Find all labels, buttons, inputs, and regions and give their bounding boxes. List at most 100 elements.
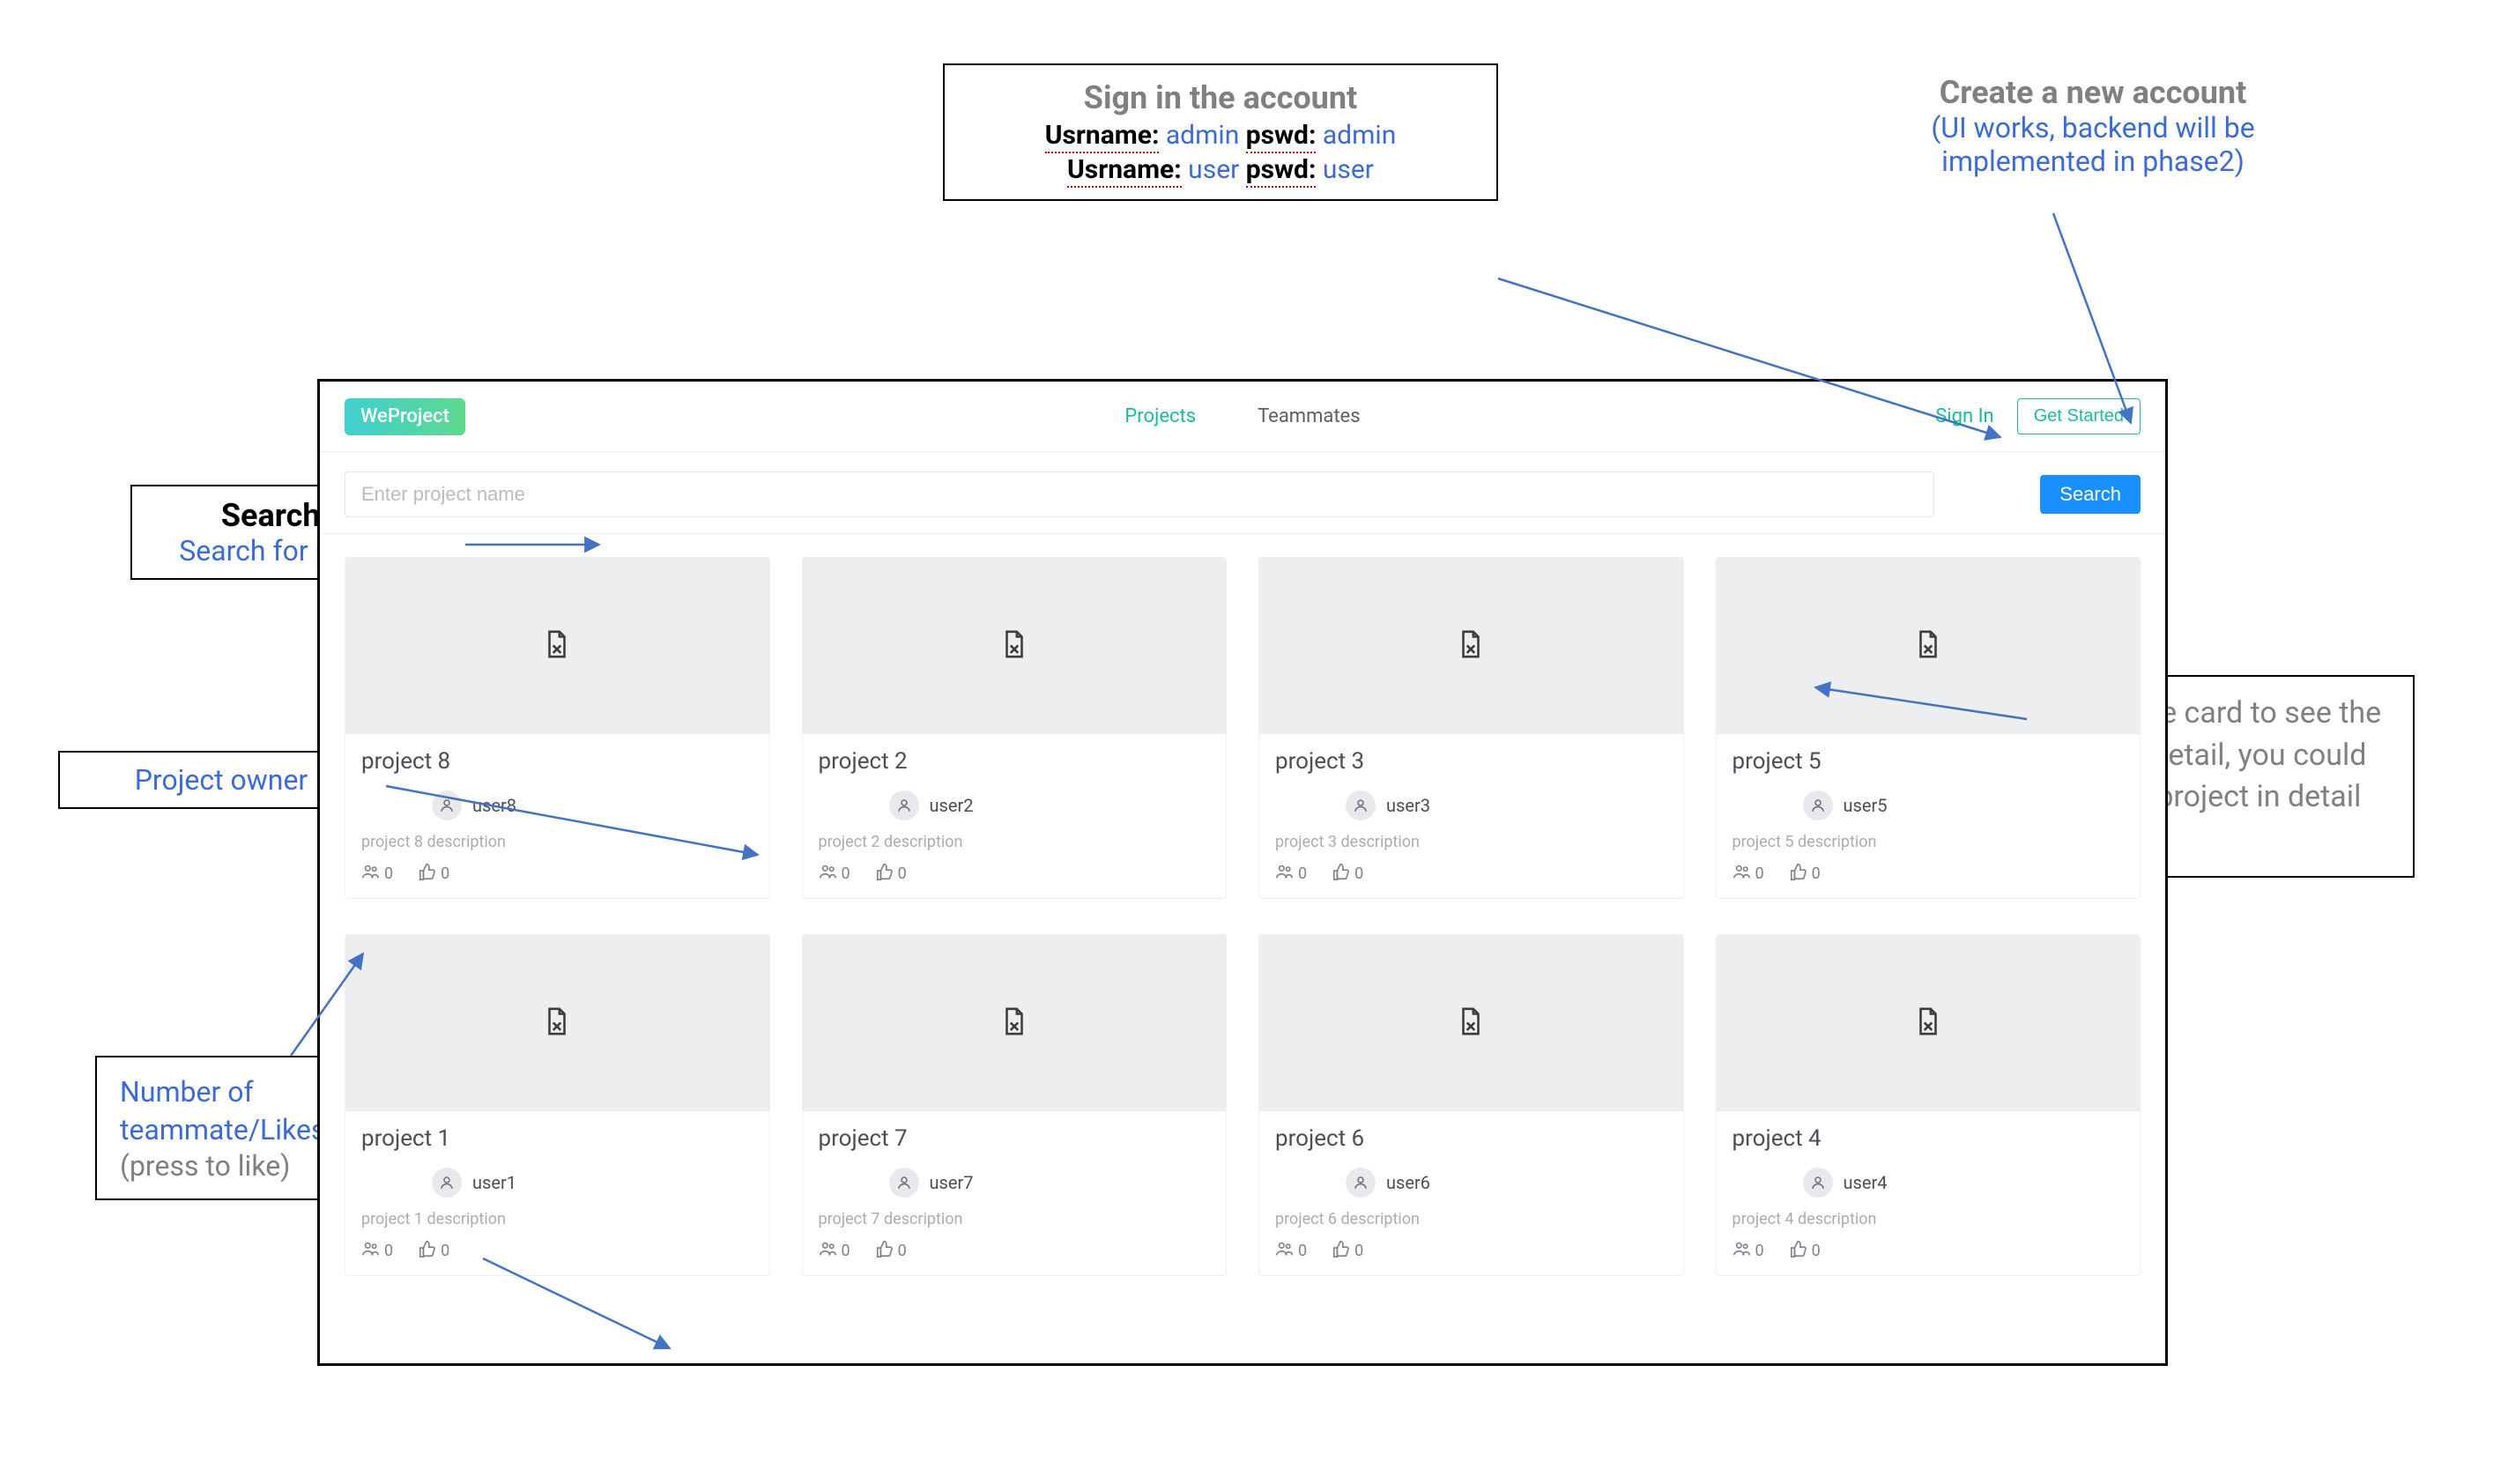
thumbs-up-icon: [418, 1239, 437, 1263]
card-owner-row: user5: [1733, 790, 2125, 820]
card-stats: 0 0: [361, 862, 753, 886]
project-card[interactable]: project 6 user6 project 6 description 0 …: [1258, 934, 1684, 1276]
members-stat[interactable]: 0: [1275, 1239, 1307, 1263]
members-stat[interactable]: 0: [819, 1239, 850, 1263]
project-card[interactable]: project 3 user3 project 3 description 0 …: [1258, 557, 1684, 899]
card-title: project 7: [819, 1125, 1211, 1152]
likes-count: 0: [1354, 864, 1363, 883]
project-card[interactable]: project 8 user8 project 8 description 0 …: [345, 557, 770, 899]
card-owner-row: user2: [819, 790, 1211, 820]
card-cover: [803, 558, 1227, 734]
file-icon: [1456, 627, 1486, 665]
thumbs-up-icon: [1332, 1239, 1351, 1263]
thumbs-up-icon: [1789, 862, 1808, 886]
callout-signin-cred2: Usrname: user pswd: user: [969, 154, 1472, 185]
card-title: project 2: [819, 748, 1211, 775]
nav-projects[interactable]: Projects: [1124, 405, 1196, 427]
callout-create-account: Create a new account (UI works, backend …: [1842, 63, 2344, 189]
card-owner-row: user1: [361, 1168, 753, 1198]
card-body: project 1 user1 project 1 description 0 …: [345, 1111, 769, 1275]
likes-stat[interactable]: 0: [1332, 862, 1363, 886]
card-owner-name: user2: [930, 795, 974, 816]
members-count: 0: [1298, 864, 1307, 883]
card-cover: [1259, 558, 1683, 734]
card-owner-row: user7: [819, 1168, 1211, 1198]
likes-count: 0: [441, 864, 449, 883]
avatar-icon: [889, 1168, 919, 1198]
avatar-icon: [432, 1168, 462, 1198]
team-icon: [361, 1239, 381, 1263]
card-owner-name: user6: [1386, 1172, 1430, 1193]
team-icon: [1733, 862, 1752, 886]
project-card[interactable]: project 1 user1 project 1 description 0 …: [345, 934, 770, 1276]
members-count: 0: [1755, 864, 1764, 883]
members-stat[interactable]: 0: [361, 1239, 393, 1263]
team-icon: [819, 1239, 838, 1263]
search-button[interactable]: Search: [2040, 475, 2141, 514]
card-title: project 6: [1275, 1125, 1667, 1152]
members-stat[interactable]: 0: [361, 862, 393, 886]
team-icon: [819, 862, 838, 886]
search-input[interactable]: [345, 471, 1934, 517]
callout-signin-cred1: Usrname: admin pswd: admin: [969, 120, 1472, 151]
signin-link[interactable]: Sign In: [1935, 405, 1994, 427]
likes-stat[interactable]: 0: [418, 862, 449, 886]
team-icon: [1733, 1239, 1752, 1263]
card-body: project 2 user2 project 2 description 0 …: [803, 734, 1227, 898]
card-cover: [1717, 558, 2141, 734]
likes-count: 0: [441, 1242, 449, 1260]
logo[interactable]: WeProject: [345, 398, 465, 435]
file-icon: [542, 1004, 572, 1043]
callout-create-sub: (UI works, backend will be implemented i…: [1861, 111, 2325, 178]
members-count: 0: [1755, 1242, 1764, 1260]
card-title: project 8: [361, 748, 753, 775]
card-owner-name: user5: [1844, 795, 1888, 816]
likes-stat[interactable]: 0: [875, 1239, 907, 1263]
nav-teammates[interactable]: Teammates: [1258, 405, 1360, 427]
thumbs-up-icon: [1332, 862, 1351, 886]
card-owner-name: user8: [472, 795, 516, 816]
members-count: 0: [842, 864, 850, 883]
likes-stat[interactable]: 0: [875, 862, 907, 886]
members-stat[interactable]: 0: [1275, 862, 1307, 886]
project-card[interactable]: project 7 user7 project 7 description 0 …: [802, 934, 1228, 1276]
card-body: project 4 user4 project 4 description 0 …: [1717, 1111, 2141, 1275]
members-stat[interactable]: 0: [1733, 1239, 1764, 1263]
app-frame: WeProject Projects Teammates Sign In Get…: [317, 379, 2168, 1366]
likes-stat[interactable]: 0: [418, 1239, 449, 1263]
card-cover: [803, 935, 1227, 1111]
file-icon: [542, 627, 572, 665]
card-description: project 8 description: [361, 833, 753, 851]
likes-stat[interactable]: 0: [1789, 862, 1821, 886]
team-icon: [361, 862, 381, 886]
likes-count: 0: [1812, 1242, 1821, 1260]
likes-count: 0: [898, 864, 907, 883]
callout-signin-title: Sign in the account: [969, 79, 1472, 116]
card-description: project 3 description: [1275, 833, 1667, 851]
file-icon: [999, 1004, 1029, 1043]
team-icon: [1275, 862, 1295, 886]
members-stat[interactable]: 0: [819, 862, 850, 886]
card-stats: 0 0: [819, 862, 1211, 886]
members-count: 0: [1298, 1242, 1307, 1260]
project-card[interactable]: project 2 user2 project 2 description 0 …: [802, 557, 1228, 899]
team-icon: [1275, 1239, 1295, 1263]
project-card[interactable]: project 4 user4 project 4 description 0 …: [1716, 934, 2141, 1276]
card-owner-row: user8: [361, 790, 753, 820]
card-owner-name: user3: [1386, 795, 1430, 816]
project-card[interactable]: project 5 user5 project 5 description 0 …: [1716, 557, 2141, 899]
app-header: WeProject Projects Teammates Sign In Get…: [320, 382, 2165, 452]
card-stats: 0 0: [1733, 862, 2125, 886]
likes-stat[interactable]: 0: [1332, 1239, 1363, 1263]
card-cover: [1717, 935, 2141, 1111]
card-body: project 7 user7 project 7 description 0 …: [803, 1111, 1227, 1275]
members-stat[interactable]: 0: [1733, 862, 1764, 886]
members-count: 0: [384, 864, 393, 883]
card-stats: 0 0: [361, 1239, 753, 1263]
card-description: project 7 description: [819, 1210, 1211, 1228]
likes-stat[interactable]: 0: [1789, 1239, 1821, 1263]
members-count: 0: [384, 1242, 393, 1260]
get-started-button[interactable]: Get Started: [2017, 398, 2141, 434]
thumbs-up-icon: [1789, 1239, 1808, 1263]
card-title: project 1: [361, 1125, 753, 1152]
